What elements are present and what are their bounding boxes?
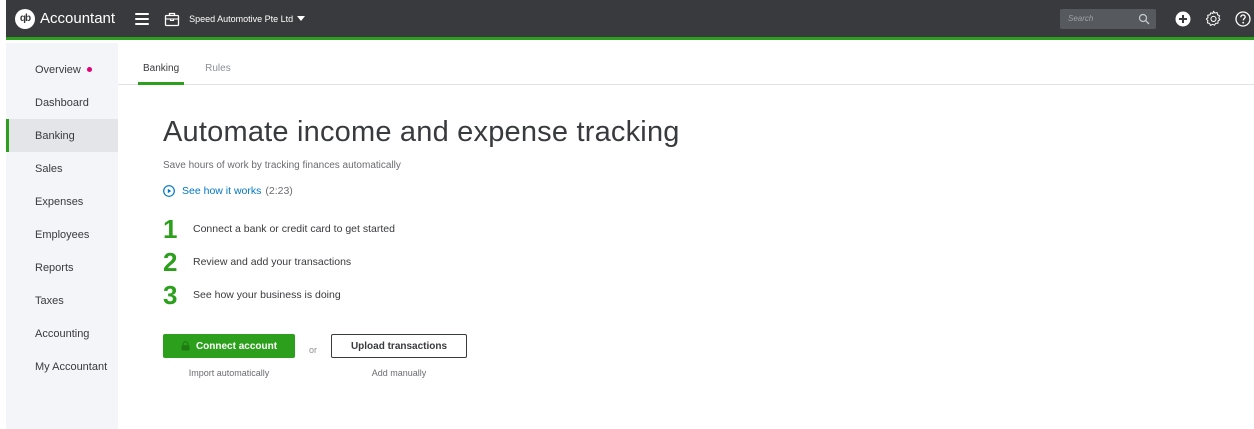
upload-caption: Add manually [371, 368, 427, 378]
sidebar-item-label: Sales [35, 162, 63, 175]
or-separator: or [309, 345, 318, 355]
step-number: 3 [163, 279, 178, 310]
lock-icon [181, 341, 190, 351]
sidebar-item-overview[interactable]: Overview [6, 53, 118, 86]
help-circle-icon [1235, 10, 1251, 27]
search-icon[interactable] [1138, 13, 1150, 25]
action-buttons: Connect account Import automatically or … [163, 334, 963, 378]
sidebar-item-expenses[interactable]: Expenses [6, 185, 118, 218]
company-name: Speed Automotive Pte Ltd [189, 13, 294, 24]
step-number: 1 [163, 213, 178, 244]
sidebar-item-label: Reports [35, 261, 74, 274]
tab-rules[interactable]: Rules [192, 63, 244, 84]
video-duration: (2:23) [265, 185, 293, 197]
play-circle-icon[interactable] [163, 185, 175, 197]
connect-account-label: Connect account [195, 340, 278, 352]
help-button[interactable] [1234, 10, 1252, 28]
search-box[interactable] [1060, 8, 1156, 29]
sidebar-item-reports[interactable]: Reports [6, 251, 118, 284]
create-new-button[interactable] [1174, 10, 1192, 28]
step-item: 2 Review and add your transactions [163, 245, 963, 278]
top-navigation-bar: qb Accountant Speed Automotive Pte Ltd [6, 0, 1254, 40]
step-item: 1 Connect a bank or credit card to get s… [163, 212, 963, 245]
page-headline: Automate income and expense tracking [163, 116, 680, 148]
sidebar: Overview Dashboard Banking Sales Expense… [6, 43, 118, 429]
upload-column: Upload transactions Add manually [331, 334, 468, 378]
step-number: 2 [163, 246, 178, 277]
video-link-row: See how it works (2:23) [163, 185, 963, 197]
sidebar-item-sales[interactable]: Sales [6, 152, 118, 185]
sidebar-item-label: Expenses [35, 195, 84, 208]
search-input[interactable] [1068, 14, 1128, 23]
tab-banking[interactable]: Banking [130, 63, 192, 85]
hamburger-menu-icon[interactable] [135, 12, 150, 25]
step-text: Review and add your transactions [193, 255, 352, 268]
sidebar-item-label: Accounting [35, 327, 90, 340]
sidebar-item-employees[interactable]: Employees [6, 218, 118, 251]
connect-column: Connect account Import automatically [163, 334, 295, 378]
notification-dot [86, 67, 92, 72]
quickbooks-logo[interactable]: qb [15, 8, 35, 29]
sidebar-item-my-accountant[interactable]: My Accountant [6, 350, 118, 383]
steps-list: 1 Connect a bank or credit card to get s… [163, 212, 963, 311]
page-subheading: Save hours of work by tracking finances … [163, 160, 401, 171]
sidebar-item-label: Employees [35, 228, 90, 241]
settings-button[interactable] [1204, 10, 1222, 28]
sidebar-item-taxes[interactable]: Taxes [6, 284, 118, 317]
caret-down-icon [297, 16, 306, 21]
main-content: Automate income and expense tracking Sav… [163, 116, 963, 378]
brand-name: Accountant [40, 10, 116, 27]
sidebar-item-dashboard[interactable]: Dashboard [6, 86, 118, 119]
briefcase-icon[interactable] [164, 11, 180, 27]
sidebar-item-label: Taxes [35, 294, 64, 307]
plus-circle-icon [1175, 11, 1191, 26]
sidebar-item-banking[interactable]: Banking [6, 119, 118, 152]
sidebar-item-label: Overview [35, 63, 81, 76]
sidebar-item-accounting[interactable]: Accounting [6, 317, 118, 350]
connect-account-button[interactable]: Connect account [163, 334, 295, 358]
company-selector[interactable]: Speed Automotive Pte Ltd [189, 13, 306, 24]
step-text: See how your business is doing [193, 288, 341, 301]
banking-tabs: Banking Rules [118, 43, 1254, 85]
gear-icon [1205, 10, 1220, 26]
logo-text: qb [19, 13, 31, 24]
see-how-it-works-link[interactable]: See how it works [182, 185, 261, 197]
sidebar-item-label: My Accountant [35, 360, 108, 373]
step-text: Connect a bank or credit card to get sta… [193, 222, 395, 235]
connect-caption: Import automatically [188, 368, 270, 378]
step-item: 3 See how your business is doing [163, 278, 963, 311]
sidebar-item-label: Banking [35, 129, 75, 142]
upload-transactions-button[interactable]: Upload transactions [331, 334, 468, 358]
sidebar-item-label: Dashboard [35, 96, 89, 109]
